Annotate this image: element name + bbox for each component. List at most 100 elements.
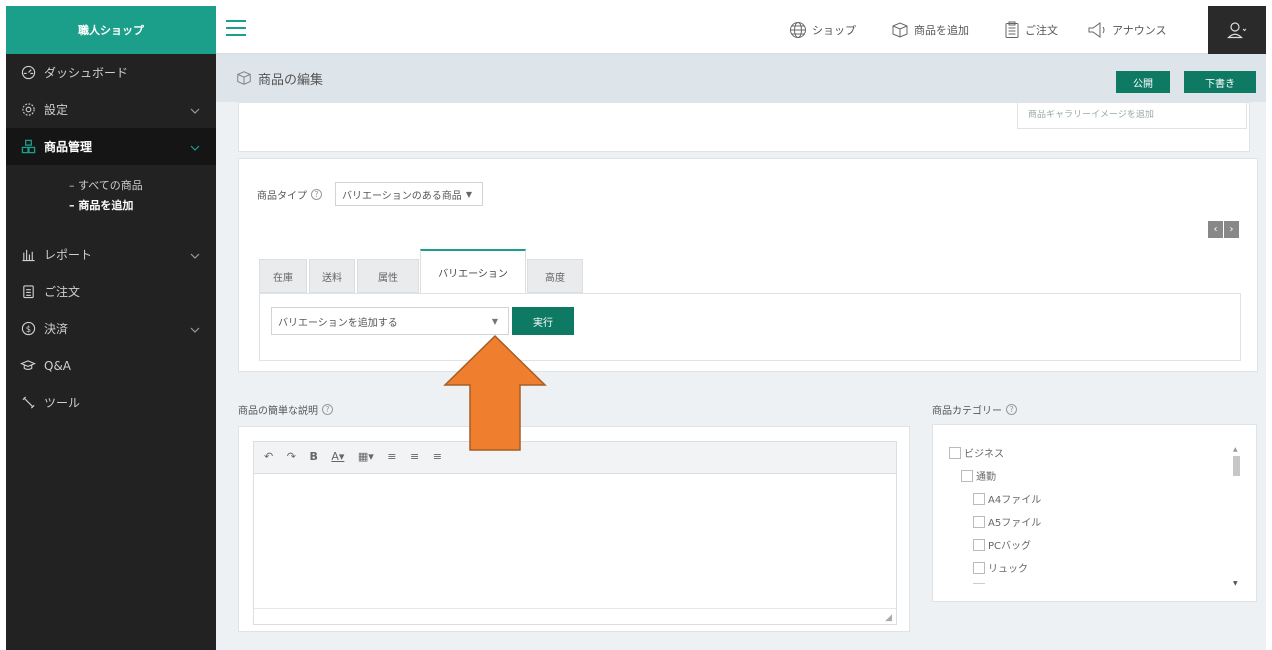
align-right-button[interactable]: ≡: [433, 450, 442, 463]
product-data-panel: 商品タイプ ? バリエーションのある商品 ▼ ‹ › 在庫 送料 属性 バリエー…: [238, 158, 1258, 372]
product-management-icon: [20, 139, 36, 155]
tab-variations[interactable]: バリエーション: [420, 249, 526, 294]
category-item-label: リュック: [988, 564, 1028, 575]
user-icon: [1227, 22, 1247, 39]
help-icon[interactable]: ?: [311, 189, 322, 200]
topbar-orders-link[interactable]: ご注文: [1004, 6, 1058, 54]
category-item[interactable]: 通勤: [961, 468, 996, 483]
checkbox[interactable]: [973, 515, 985, 528]
editor-statusbar: ◢: [254, 608, 896, 624]
megaphone-icon: [1088, 22, 1105, 38]
user-menu-button[interactable]: [1208, 6, 1266, 54]
scroll-down-icon[interactable]: ▼: [1233, 581, 1238, 587]
category-scrollbar[interactable]: ▲ ▼: [1233, 447, 1241, 587]
category-item[interactable]: A4ファイル: [973, 491, 1041, 506]
prev-arrow-button[interactable]: ‹: [1208, 221, 1223, 238]
category-item[interactable]: ビジネス: [949, 445, 1004, 460]
category-panel: ビジネス 通勤 A4ファイル A5ファイル PCバッグ リュック ▲ ▼: [932, 424, 1257, 602]
topbar-shop-link[interactable]: ショップ: [789, 6, 856, 54]
product-type-value: バリエーションのある商品: [342, 190, 462, 202]
tab-shipping[interactable]: 送料: [309, 259, 355, 293]
topbar-shop-label: ショップ: [812, 24, 856, 37]
variations-content: バリエーションを追加する ▼ 実行: [259, 293, 1241, 361]
svg-text:$: $: [25, 324, 30, 334]
hamburger-menu-icon[interactable]: [226, 20, 246, 40]
resize-handle-icon[interactable]: ◢: [885, 613, 892, 623]
run-button[interactable]: 実行: [512, 307, 574, 335]
editor-toolbar: ↶ ↷ B A▾ ▦▾ ≡ ≡ ≡: [254, 442, 896, 474]
sidebar-item-qa[interactable]: Q&A: [6, 347, 216, 384]
short-description-label-text: 商品の簡単な説明: [238, 406, 318, 417]
orange-up-arrow-annotation: [443, 334, 547, 451]
help-icon[interactable]: ?: [322, 404, 333, 415]
product-type-select[interactable]: バリエーションのある商品 ▼: [335, 182, 483, 206]
chevron-right-icon: ›: [1229, 224, 1234, 235]
tab-inventory[interactable]: 在庫: [259, 259, 307, 293]
category-item[interactable]: リュック: [973, 560, 1028, 575]
variation-action-value: バリエーションを追加する: [278, 317, 398, 329]
report-icon: [20, 247, 36, 263]
brand-logo[interactable]: 職人ショップ: [6, 6, 216, 54]
category-label-text: 商品カテゴリー: [932, 406, 1002, 417]
category-item-label: A5ファイル: [988, 518, 1042, 529]
category-item-label: PCバッグ: [988, 541, 1032, 552]
category-item[interactable]: PCバッグ: [973, 537, 1031, 552]
category-item-label: A4ファイル: [988, 495, 1042, 506]
scroll-up-icon[interactable]: ▲: [1233, 447, 1241, 453]
caret-down-icon: ▼: [491, 316, 498, 326]
topbar-add-product-label: 商品を追加: [914, 24, 969, 37]
topbar-add-product-link[interactable]: 商品を追加: [891, 6, 969, 54]
sub-item-add-product[interactable]: – 商品を追加: [6, 195, 216, 215]
scroll-thumb[interactable]: [1233, 456, 1240, 476]
checkbox[interactable]: [973, 561, 985, 574]
gallery-link[interactable]: 商品ギャラリーイメージを追加: [1028, 110, 1154, 120]
undo-icon[interactable]: ↶: [264, 450, 273, 463]
rich-text-editor: ↶ ↷ B A▾ ▦▾ ≡ ≡ ≡ ◢: [253, 441, 897, 625]
help-icon[interactable]: ?: [1006, 404, 1017, 415]
bold-button[interactable]: B: [309, 450, 317, 463]
short-description-panel: ↶ ↷ B A▾ ▦▾ ≡ ≡ ≡ ◢: [238, 426, 910, 632]
next-arrow-button[interactable]: ›: [1224, 221, 1239, 238]
app-frame: 職人ショップ ダッシュボード 設定 商品管理 – すべての商品 – 商品を追加 …: [6, 6, 1266, 650]
chevron-down-icon: [190, 248, 200, 262]
page-title-text: 商品の編集: [258, 72, 324, 88]
sidebar-item-label: 商品管理: [44, 140, 93, 154]
checkbox[interactable]: [949, 446, 961, 459]
tab-attributes[interactable]: 属性: [357, 259, 419, 293]
editor-body[interactable]: [254, 474, 896, 608]
sidebar-item-report[interactable]: レポート: [6, 236, 216, 273]
category-item[interactable]: A5ファイル: [973, 514, 1041, 529]
page-header: 商品の編集 公開 下書き: [216, 54, 1266, 102]
sub-item-all-products[interactable]: – すべての商品: [6, 175, 216, 195]
publish-button[interactable]: 公開: [1116, 71, 1170, 93]
checkbox[interactable]: [973, 492, 985, 505]
sidebar-item-orders[interactable]: ご注文: [6, 273, 216, 310]
variation-action-select[interactable]: バリエーションを追加する ▼: [271, 307, 509, 335]
category-item-label: ビジネス: [964, 449, 1004, 460]
settings-icon: [20, 102, 36, 118]
clipboard-icon: [1005, 21, 1019, 38]
table-button[interactable]: ▦▾: [358, 450, 374, 463]
text-color-button[interactable]: A▾: [331, 450, 344, 463]
topbar-announce-link[interactable]: アナウンス: [1087, 6, 1167, 54]
align-left-button[interactable]: ≡: [387, 450, 396, 463]
short-description-label: 商品の簡単な説明 ?: [238, 402, 333, 417]
sidebar-item-label: Q&A: [44, 358, 72, 373]
product-type-label: 商品タイプ ?: [257, 187, 322, 202]
sidebar-item-tools[interactable]: ツール: [6, 384, 216, 421]
order-icon: [20, 284, 36, 300]
sidebar-item-label: レポート: [44, 248, 93, 262]
align-center-button[interactable]: ≡: [410, 450, 419, 463]
checkbox[interactable]: [961, 469, 973, 482]
tab-advanced[interactable]: 高度: [527, 259, 583, 293]
topbar-orders-label: ご注文: [1025, 24, 1058, 37]
redo-icon[interactable]: ↷: [287, 450, 296, 463]
checkbox[interactable]: [973, 538, 985, 551]
sidebar-item-dashboard[interactable]: ダッシュボード: [6, 54, 216, 91]
sidebar-item-payment[interactable]: $ 決済: [6, 310, 216, 347]
sidebar-item-settings[interactable]: 設定: [6, 91, 216, 128]
draft-button[interactable]: 下書き: [1184, 71, 1256, 93]
box-icon: [892, 22, 908, 38]
sidebar-item-product-management[interactable]: 商品管理: [6, 128, 216, 165]
